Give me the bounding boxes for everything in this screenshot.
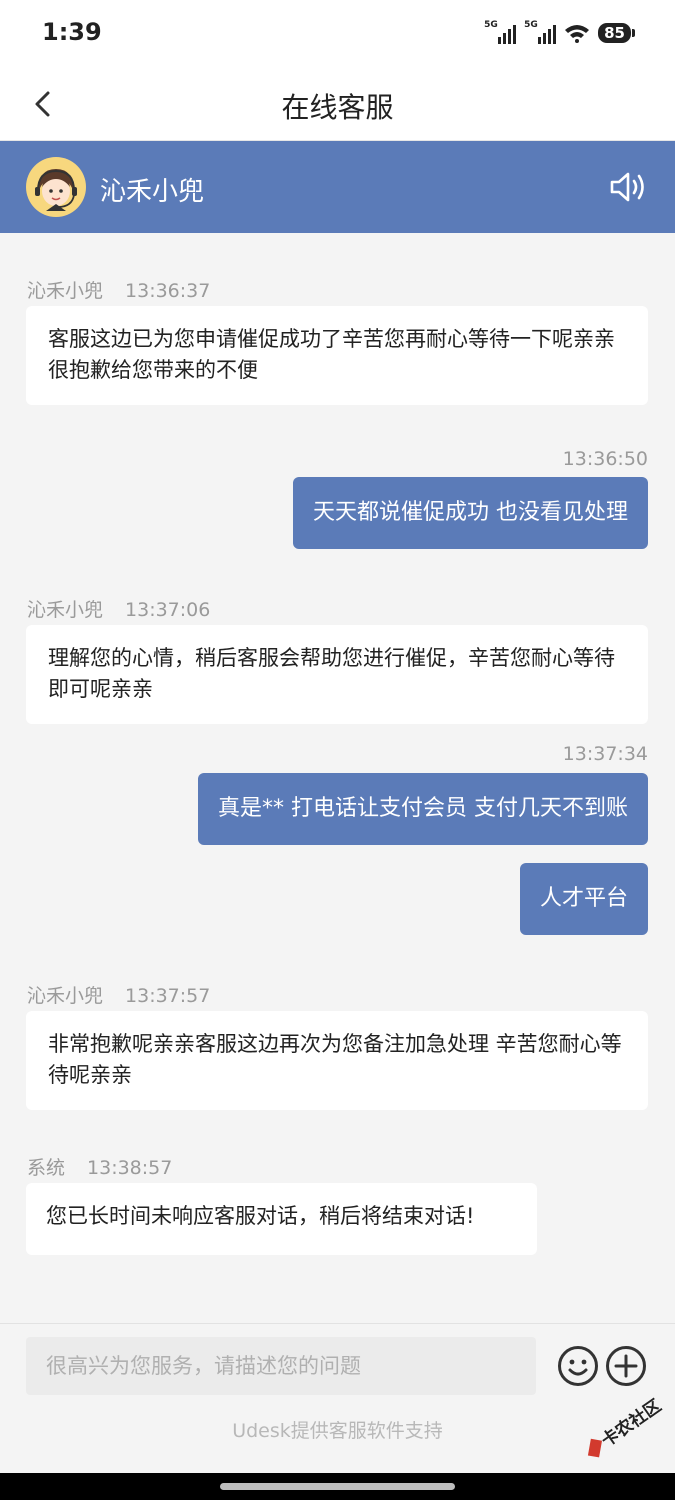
emoji-icon[interactable] (557, 1345, 599, 1387)
message-sender: 系统 (27, 1157, 66, 1179)
message-meta: 系统 13:38:57 (27, 1153, 172, 1180)
status-bar: 1:39 5G 5G 85 (0, 0, 675, 66)
message-text: 人才平台 (539, 886, 628, 911)
message-text: 客服这边已为您申请催促成功了辛苦您再耐心等待一下呢亲亲 很抱歉给您带来的不便 (48, 327, 615, 382)
signal-icon: 5G (484, 20, 517, 44)
home-indicator[interactable] (220, 1483, 455, 1490)
agent-message-bubble[interactable]: 非常抱歉呢亲亲客服这边再次为您备注加急处理 辛苦您耐心等待呢亲亲 (26, 1011, 648, 1110)
composer: Udesk提供客服软件支持 卡农社区 (0, 1323, 675, 1473)
signal-icon: 5G (524, 20, 557, 44)
message-text: 您已长时间未响应客服对话，稍后将结束对话! (46, 1204, 475, 1228)
message-text: 理解您的心情，稍后客服会帮助您进行催促，辛苦您耐心等待即可呢亲亲 (48, 646, 615, 701)
speaker-icon[interactable] (609, 171, 647, 203)
message-text: 天天都说催促成功 也没看见处理 (313, 500, 628, 525)
status-time: 1:39 (42, 18, 102, 46)
system-message-bubble[interactable]: 您已长时间未响应客服对话，稍后将结束对话! (26, 1183, 537, 1255)
agent-header: 沁禾小兜 (0, 141, 675, 233)
message-sender: 沁禾小兜 (27, 599, 104, 621)
agent-message-bubble[interactable]: 客服这边已为您申请催促成功了辛苦您再耐心等待一下呢亲亲 很抱歉给您带来的不便 (26, 306, 648, 405)
message-sender: 沁禾小兜 (27, 280, 104, 302)
user-message-bubble[interactable]: 天天都说催促成功 也没看见处理 (293, 477, 648, 549)
gesture-bar (0, 1473, 675, 1500)
plus-icon[interactable] (605, 1345, 647, 1387)
message-time: 13:37:34 (562, 743, 648, 765)
agent-avatar-headset-icon (26, 157, 86, 217)
message-text: 非常抱歉呢亲亲客服这边再次为您备注加急处理 辛苦您耐心等待呢亲亲 (48, 1032, 622, 1087)
message-input[interactable] (26, 1337, 536, 1395)
message-meta: 沁禾小兜 13:36:37 (27, 276, 210, 303)
message-time: 13:37:57 (125, 985, 211, 1007)
message-sender: 沁禾小兜 (27, 985, 104, 1007)
message-text: 真是** 打电话让支付会员 支付几天不到账 (218, 796, 628, 821)
nav-bar: 在线客服 (0, 66, 675, 141)
message-meta: 沁禾小兜 13:37:06 (27, 595, 210, 622)
battery-indicator: 85 (598, 23, 635, 43)
status-icons: 5G 5G 85 (484, 20, 635, 46)
user-message-bubble[interactable]: 人才平台 (519, 863, 648, 935)
page-title: 在线客服 (281, 91, 394, 124)
chat-message-list[interactable]: 沁禾小兜 13:36:37 客服这边已为您申请催促成功了辛苦您再耐心等待一下呢亲亲… (0, 233, 675, 1323)
agent-message-bubble[interactable]: 理解您的心情，稍后客服会帮助您进行催促，辛苦您耐心等待即可呢亲亲 (26, 625, 648, 724)
watermark-logo: 卡农社区 (587, 1395, 665, 1458)
wifi-icon (565, 25, 590, 43)
message-time: 13:38:57 (87, 1157, 173, 1179)
message-time: 13:37:06 (125, 599, 211, 621)
message-time: 13:36:50 (562, 448, 648, 470)
agent-name: 沁禾小兜 (100, 177, 205, 207)
svg-text:卡农社区: 卡农社区 (597, 1395, 665, 1451)
message-time: 13:36:37 (125, 280, 211, 302)
message-meta: 沁禾小兜 13:37:57 (27, 981, 210, 1008)
user-message-bubble[interactable]: 真是** 打电话让支付会员 支付几天不到账 (198, 773, 648, 845)
